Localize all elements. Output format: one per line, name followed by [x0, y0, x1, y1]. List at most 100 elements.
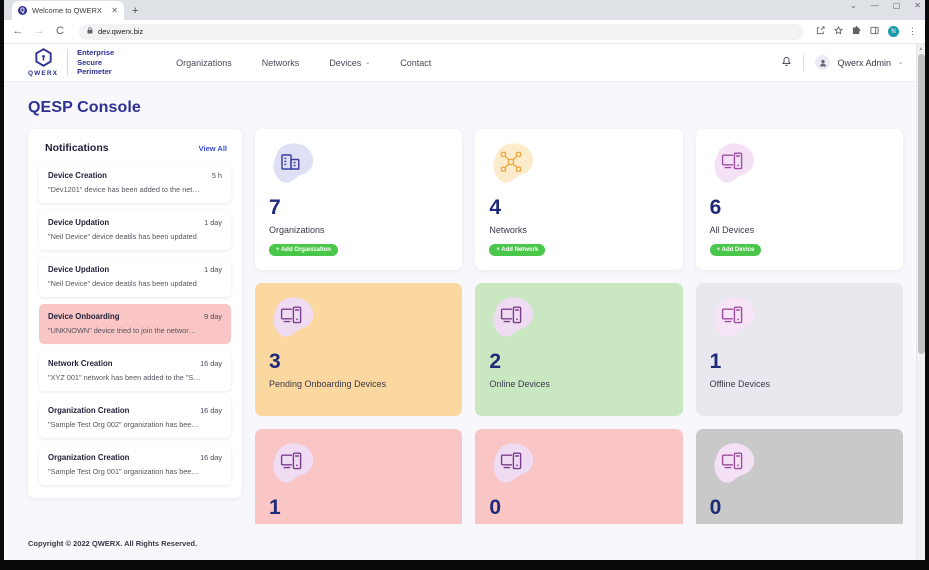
notification-head: Device Updation 1 day — [48, 265, 222, 274]
share-icon[interactable] — [816, 26, 825, 37]
header-actions: Qwerx Admin ⌄ — [781, 54, 903, 71]
lock-icon — [87, 27, 93, 36]
notification-item[interactable]: Device Onboarding 9 day "UNKNOWN" device t… — [39, 304, 231, 344]
url-text: dev.qwerx.biz — [98, 27, 144, 36]
notification-head: Organization Creation 16 day — [48, 406, 222, 415]
screen: Q Welcome to QWERX ✕ + ⌄ — ▢ ✕ ← → C dev… — [0, 0, 929, 570]
notification-head: Organization Creation 16 day — [48, 453, 222, 462]
notification-item[interactable]: Device Updation 1 day "Neil Device" device… — [39, 257, 231, 297]
notification-item[interactable]: Device Updation 1 day "Neil Device" device… — [39, 210, 231, 250]
notification-time: 9 day — [204, 312, 222, 321]
notification-bell-icon[interactable] — [781, 55, 792, 70]
nav-item-organizations[interactable]: Organizations — [176, 58, 232, 68]
stat-card[interactable]: 4 Networks + Add Network — [475, 129, 683, 270]
device-icon — [721, 306, 742, 324]
browser-tabstrip: Q Welcome to QWERX ✕ + ⌄ — ▢ ✕ — [4, 0, 925, 20]
card-icon-wrap — [269, 296, 315, 339]
card-action-button[interactable]: + Add Organization — [269, 243, 338, 256]
close-window-icon[interactable]: ✕ — [914, 2, 921, 10]
card-icon-wrap — [489, 296, 535, 339]
notification-title: Device Updation — [48, 265, 110, 274]
dashboard-layout: Notifications View All Device Creation 5 … — [28, 129, 903, 560]
notification-description: "UNKNOWN" device tried to join the netwo… — [48, 326, 196, 335]
notification-item[interactable]: Network Creation 16 day "XYZ 001" network … — [39, 351, 231, 391]
copyright-text: Copyright © 2022 QWERX. All Rights Reser… — [28, 539, 198, 548]
page-content: QESP Console Notifications View All Devi… — [4, 82, 925, 560]
stat-card[interactable]: 6 All Devices + Add Device — [695, 129, 903, 270]
card-icon-wrap — [710, 142, 756, 185]
card-icon-wrap — [269, 142, 315, 185]
view-all-link[interactable]: View All — [199, 144, 227, 153]
user-menu[interactable]: Qwerx Admin ⌄ — [815, 55, 903, 70]
chevron-down-icon[interactable]: ⌄ — [850, 2, 857, 10]
device-icon — [721, 152, 742, 170]
site-header: QWERX Enterprise Secure Perimeter Organi… — [4, 44, 925, 82]
card-icon-wrap — [489, 142, 535, 185]
notification-head: Network Creation 16 day — [48, 359, 222, 368]
toolbar-actions: N ⋮ — [816, 25, 917, 37]
main-navigation: Organizations Networks Devices ⌄ Contact — [176, 58, 431, 68]
notification-description: "Sample Test Org 002" organization has b… — [48, 420, 199, 429]
minimize-icon[interactable]: — — [871, 2, 879, 10]
header-divider — [803, 54, 805, 71]
nav-item-contact[interactable]: Contact — [400, 58, 431, 68]
scrollbar-thumb[interactable] — [918, 54, 925, 354]
card-count: 0 — [709, 495, 722, 519]
stat-card[interactable]: 3 Pending Onboarding Devices — [255, 282, 463, 416]
stat-card[interactable]: 2 Online Devices — [475, 282, 683, 416]
notification-time: 16 day — [200, 453, 222, 462]
notification-description: "Neil Device" device deatils has been up… — [48, 279, 197, 288]
notification-description: "Neil Device" device deatils has been up… — [48, 232, 197, 241]
notification-item[interactable]: Organization Creation 16 day "Sample Test … — [39, 445, 231, 485]
notification-time: 16 day — [200, 406, 222, 415]
new-tab-button[interactable]: + — [132, 6, 138, 17]
notifications-list: Device Creation 5 h "Dev1201" device has b… — [39, 163, 231, 485]
reload-icon[interactable]: C — [54, 26, 66, 37]
scroll-up-icon[interactable]: ▲ — [917, 44, 925, 54]
card-action-button[interactable]: + Add Device — [709, 243, 762, 256]
card-label: All Devices — [709, 225, 755, 235]
sidebar-icon[interactable] — [870, 26, 879, 37]
notification-item[interactable]: Device Creation 5 h "Dev1201" device has b… — [39, 163, 231, 203]
card-icon-wrap — [489, 442, 535, 485]
star-icon[interactable] — [833, 25, 844, 37]
brand-logo[interactable]: QWERX Enterprise Secure Perimeter — [28, 48, 114, 78]
tagline-line-3: Perimeter — [77, 67, 112, 77]
user-name-label: Qwerx Admin — [837, 57, 891, 68]
chevron-down-icon: ⌄ — [365, 60, 371, 66]
menu-icon[interactable]: ⋮ — [908, 27, 917, 36]
address-bar[interactable]: dev.qwerx.biz — [79, 23, 803, 40]
card-label: Online Devices — [489, 378, 550, 389]
nav-item-devices[interactable]: Devices ⌄ — [329, 58, 370, 68]
browser-toolbar: ← → C dev.qwerx.biz N ⋮ — [4, 20, 925, 44]
tab-title: Welcome to QWERX — [32, 6, 102, 15]
browser-tab[interactable]: Q Welcome to QWERX ✕ — [12, 1, 124, 20]
window-controls: ⌄ — ▢ ✕ — [850, 2, 921, 10]
back-icon[interactable]: ← — [12, 26, 24, 37]
close-tab-icon[interactable]: ✕ — [111, 6, 118, 15]
notifications-panel: Notifications View All Device Creation 5 … — [28, 129, 242, 498]
notification-description: "Sample Test Org 001" organization has b… — [48, 467, 199, 476]
notification-description: "XYZ 001" network has been added to the … — [48, 373, 201, 382]
notification-title: Device Updation — [48, 218, 110, 227]
logo-mark: QWERX — [28, 48, 58, 77]
profile-avatar-icon[interactable]: N — [888, 26, 899, 37]
tagline-line-1: Enterprise — [77, 47, 115, 57]
card-count: 6 — [709, 196, 722, 219]
card-icon-wrap — [710, 442, 756, 485]
maximize-icon[interactable]: ▢ — [893, 2, 901, 10]
notification-title: Network Creation — [48, 359, 113, 368]
notification-item[interactable]: Organization Creation 16 day "Sample Test … — [39, 398, 231, 438]
stat-card[interactable]: 1 Offline Devices — [695, 282, 903, 416]
stat-card[interactable]: 7 Organizations + Add Organization — [255, 129, 463, 270]
card-action-button[interactable]: + Add Network — [489, 243, 546, 256]
nav-item-networks[interactable]: Networks — [262, 58, 300, 68]
chevron-down-icon: ⌄ — [897, 60, 903, 66]
extensions-icon[interactable] — [852, 26, 861, 37]
forward-icon[interactable]: → — [33, 26, 45, 37]
notification-head: Device Creation 5 h — [48, 171, 222, 180]
page-footer: Copyright © 2022 QWERX. All Rights Reser… — [4, 524, 925, 560]
card-icon-wrap — [710, 296, 756, 339]
card-label: Networks — [489, 225, 527, 235]
page-scrollbar[interactable]: ▲ — [916, 44, 925, 560]
